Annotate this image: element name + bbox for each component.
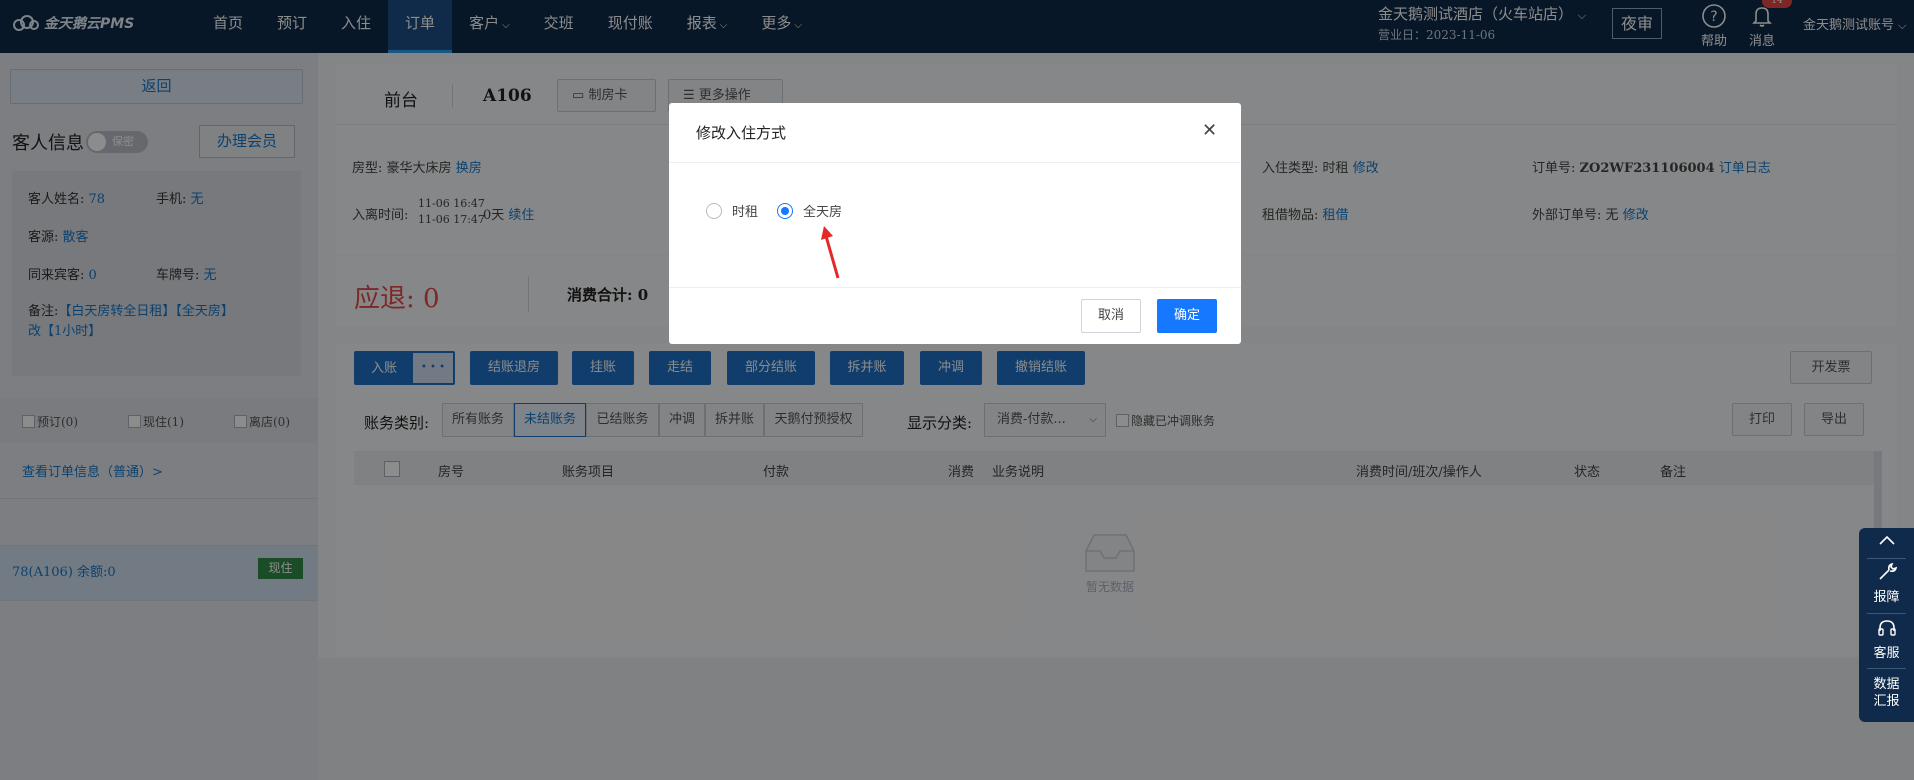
report-issue-label: 报障 xyxy=(1873,590,1900,605)
radio-circle[interactable] xyxy=(706,202,722,219)
data-summary-label-2: 汇报 xyxy=(1873,694,1900,709)
right-side-dock: 报障 客服 数据 汇报 xyxy=(1859,528,1914,722)
radio-full-day-label: 全天房 xyxy=(803,205,843,220)
divider xyxy=(1867,613,1906,614)
dialog-title: 修改入住方式 xyxy=(696,124,787,142)
divider xyxy=(669,287,1241,288)
radio-hourly-label: 时租 xyxy=(732,205,759,220)
close-icon[interactable]: ✕ xyxy=(1202,120,1217,141)
wrench-icon xyxy=(1878,562,1897,580)
data-summary-button[interactable]: 数据 汇报 xyxy=(1859,676,1914,710)
divider xyxy=(669,162,1241,163)
scroll-top-button[interactable] xyxy=(1859,532,1914,552)
radio-hourly[interactable]: 时租 xyxy=(706,201,758,220)
headset-icon xyxy=(1877,620,1896,636)
annotation-arrow-icon xyxy=(821,226,840,279)
report-issue-button[interactable]: 报障 xyxy=(1859,562,1914,605)
radio-circle-selected[interactable] xyxy=(777,202,793,219)
service-label: 客服 xyxy=(1873,646,1900,661)
customer-service-button[interactable]: 客服 xyxy=(1859,618,1914,661)
radio-full-day[interactable]: 全天房 xyxy=(777,201,842,220)
chevron-up-icon xyxy=(1878,535,1895,545)
confirm-button[interactable]: 确定 xyxy=(1157,299,1217,333)
cancel-button[interactable]: 取消 xyxy=(1081,299,1141,333)
change-checkin-mode-dialog: 修改入住方式 ✕ 时租 全天房 取消 确定 xyxy=(669,103,1241,344)
divider xyxy=(1867,558,1906,559)
data-summary-label-1: 数据 xyxy=(1873,677,1900,692)
divider xyxy=(1867,668,1906,669)
